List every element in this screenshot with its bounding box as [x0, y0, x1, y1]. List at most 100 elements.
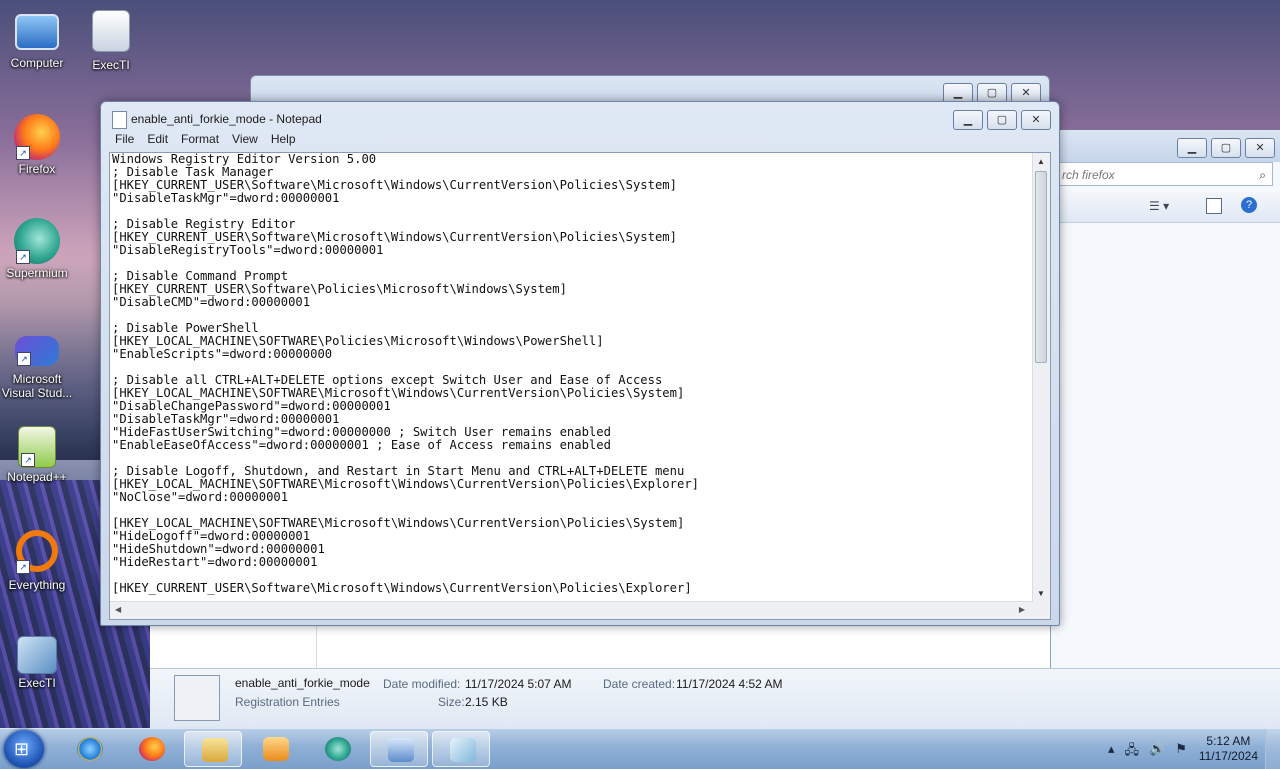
network-icon[interactable]: 🖧: [1125, 741, 1140, 763]
desktop-icon-label: ExecTI: [18, 676, 56, 690]
details-file-name: enable_anti_forkie_mode: [235, 676, 370, 690]
internet-explorer-icon: [77, 737, 103, 761]
desktop-icon-firefox[interactable]: ↗ Firefox: [0, 114, 74, 176]
search-placeholder: rch firefox: [1062, 168, 1115, 182]
firefox-icon: ↗: [14, 114, 60, 160]
minimize-icon[interactable]: ▁: [953, 110, 983, 130]
desktop-icon-notepadpp[interactable]: ↗ Notepad++: [0, 426, 74, 484]
supermium-icon: [325, 737, 351, 761]
search-icon[interactable]: ⌕: [1259, 163, 1266, 187]
taskbar-notepad[interactable]: [432, 731, 490, 767]
minimize-icon[interactable]: ▁: [1177, 138, 1207, 158]
menu-format[interactable]: Format: [181, 132, 219, 152]
system-tray: ▴ 🖧 🔊 ⚑ 5:12 AM 11/17/2024: [1090, 729, 1280, 769]
desktop-icon-everything[interactable]: ↗ Everything: [0, 530, 74, 592]
menu-bar: File Edit Format View Help: [109, 132, 296, 152]
supermium-icon: ↗: [14, 218, 60, 264]
minimize-icon[interactable]: ▁: [943, 83, 973, 103]
start-button[interactable]: ⊞: [4, 730, 44, 768]
firefox-icon: [139, 737, 165, 761]
maximize-icon[interactable]: ▢: [1211, 138, 1241, 158]
desktop-icon-label: Notepad++: [7, 470, 67, 484]
notepad-window: enable_anti_forkie_mode - Notepad ▁ ▢ ✕ …: [100, 101, 1060, 626]
notepad-icon: [450, 738, 476, 762]
gear-document-icon: [92, 10, 130, 52]
explorer-command-bar: ☰ ▾ ?: [1051, 192, 1280, 223]
close-icon[interactable]: ✕: [1245, 138, 1275, 158]
shortcut-arrow-icon: ↗: [16, 250, 30, 264]
shortcut-arrow-icon: ↗: [17, 352, 31, 366]
details-file-type: Registration Entries: [235, 695, 340, 709]
clock-date: 11/17/2024: [1198, 749, 1258, 763]
scrollbar-thumb[interactable]: [1035, 171, 1047, 363]
scroll-right-icon[interactable]: ▶: [1019, 605, 1025, 614]
details-size: 2.15 KB: [465, 695, 508, 709]
horizontal-scrollbar[interactable]: ◀ ▶: [110, 601, 1033, 619]
desktop-icon-visual-studio[interactable]: ↗ Microsoft Visual Stud...: [0, 330, 74, 400]
desktop-icon-label: Microsoft Visual Stud...: [1, 372, 73, 400]
taskbar: ⊞ ▴ 🖧 🔊 ⚑ 5:12 AM 11/17/2024: [0, 728, 1280, 769]
menu-help[interactable]: Help: [271, 132, 296, 152]
details-date-modified-label: Date modified:: [383, 677, 461, 691]
registry-file-icon: [174, 675, 220, 721]
desktop-icon-label: Firefox: [18, 162, 56, 176]
document-content[interactable]: Windows Registry Editor Version 5.00 ; D…: [112, 153, 1032, 601]
menu-file[interactable]: File: [115, 132, 134, 152]
taskbar-control-panel[interactable]: [370, 731, 428, 767]
taskbar-media-player[interactable]: [246, 731, 304, 767]
details-date-modified: 11/17/2024 5:07 AM: [465, 677, 572, 691]
preview-pane-icon[interactable]: [1206, 198, 1222, 214]
explorer-window: ▁ ▢ ✕ rch firefox ⌕ ☰ ▾ ?: [1050, 130, 1280, 730]
menu-view[interactable]: View: [232, 132, 258, 152]
volume-icon[interactable]: 🔊: [1149, 741, 1165, 763]
taskbar-file-explorer[interactable]: [184, 731, 242, 767]
background-window-controls: ▁ ▢ ✕: [943, 83, 1041, 103]
desktop-icon-computer[interactable]: Computer: [0, 10, 74, 70]
desktop-icon-supermium[interactable]: ↗ Supermium: [0, 218, 74, 280]
media-player-icon: [263, 737, 289, 761]
desktop-icon-label: Computer: [10, 56, 64, 70]
vertical-scrollbar[interactable]: ▲ ▼: [1032, 153, 1050, 602]
view-options-icon[interactable]: ☰ ▾: [1149, 199, 1169, 213]
taskbar-internet-explorer[interactable]: [60, 731, 118, 767]
search-input[interactable]: rch firefox ⌕: [1051, 162, 1273, 186]
help-icon[interactable]: ?: [1241, 197, 1257, 213]
everything-icon: ↗: [16, 530, 58, 574]
resize-grip[interactable]: [1033, 602, 1050, 619]
desktop-icon-label: Everything: [8, 578, 66, 592]
execti-user-icon: [17, 636, 57, 674]
control-panel-icon: [388, 738, 414, 762]
desktop-icon-label: Supermium: [6, 266, 68, 280]
menu-edit[interactable]: Edit: [147, 132, 168, 152]
desktop-icon-execti[interactable]: ExecTI: [74, 10, 148, 72]
close-icon[interactable]: ✕: [1011, 83, 1041, 103]
scroll-up-icon[interactable]: ▲: [1037, 157, 1045, 166]
taskbar-supermium[interactable]: [308, 731, 366, 767]
close-icon[interactable]: ✕: [1021, 110, 1051, 130]
details-date-created-label: Date created:: [603, 677, 676, 691]
maximize-icon[interactable]: ▢: [977, 83, 1007, 103]
action-center-flag-icon[interactable]: ⚑: [1175, 741, 1187, 763]
explorer-window-controls: ▁ ▢ ✕: [1177, 138, 1275, 158]
visual-studio-icon: ↗: [15, 336, 59, 366]
shortcut-arrow-icon: ↗: [16, 146, 30, 160]
show-hidden-icons-icon[interactable]: ▴: [1108, 741, 1115, 763]
explorer-titlebar: ▁ ▢ ✕: [1051, 130, 1280, 162]
details-date-created: 11/17/2024 4:52 AM: [676, 677, 783, 691]
explorer-details-pane: enable_anti_forkie_mode Registration Ent…: [150, 668, 1280, 729]
maximize-icon[interactable]: ▢: [987, 110, 1017, 130]
notepad-window-controls: ▁ ▢ ✕: [953, 110, 1051, 130]
clock-time: 5:12 AM: [1206, 734, 1251, 748]
scroll-down-icon[interactable]: ▼: [1037, 589, 1045, 598]
window-title: enable_anti_forkie_mode - Notepad: [131, 112, 322, 126]
desktop-icon-execti-2[interactable]: ExecTI: [0, 636, 74, 690]
scroll-left-icon[interactable]: ◀: [115, 605, 121, 614]
taskbar-firefox[interactable]: [122, 731, 180, 767]
details-size-label: Size:: [438, 695, 465, 709]
computer-icon: [15, 14, 59, 50]
show-desktop-button[interactable]: [1265, 729, 1280, 769]
notepadpp-icon: ↗: [18, 426, 56, 468]
taskbar-clock[interactable]: 5:12 AM 11/17/2024: [1199, 734, 1258, 764]
file-explorer-icon: [202, 738, 228, 762]
text-editor-area[interactable]: Windows Registry Editor Version 5.00 ; D…: [109, 152, 1051, 620]
